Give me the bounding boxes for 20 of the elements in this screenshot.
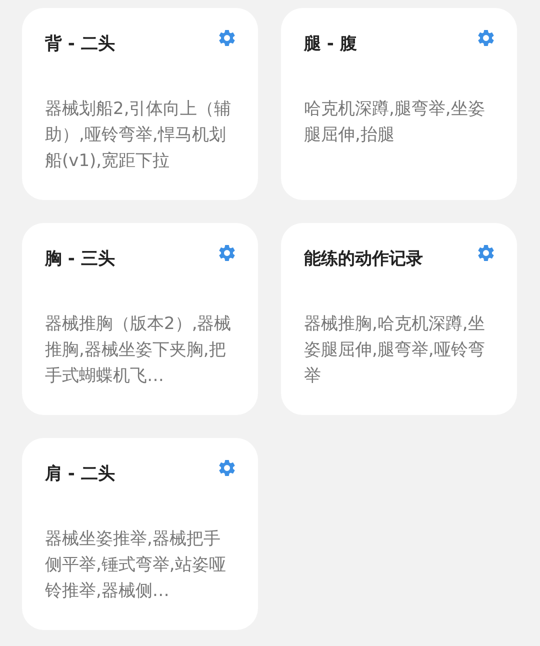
card-title: 背 - 二头 bbox=[45, 33, 115, 56]
routine-card[interactable]: 背 - 二头 器械划船2,引体向上（辅助）,哑铃弯举,悍马机划船(v1),宽距下拉 bbox=[22, 8, 258, 200]
exercise-list: 器械划船2,引体向上（辅助）,哑铃弯举,悍马机划船(v1),宽距下拉 bbox=[45, 96, 236, 174]
card-title: 肩 - 二头 bbox=[45, 463, 115, 486]
exercise-list: 器械推胸（版本2）,器械推胸,器械坐姿下夹胸,把手式蝴蝶机飞… bbox=[45, 311, 236, 389]
exercise-list: 器械坐姿推举,器械把手侧平举,锤式弯举,站姿哑铃推举,器械侧… bbox=[45, 526, 236, 604]
card-title: 能练的动作记录 bbox=[304, 248, 423, 271]
settings-icon[interactable] bbox=[217, 458, 237, 478]
exercise-list: 器械推胸,哈克机深蹲,坐姿腿屈伸,腿弯举,哑铃弯举 bbox=[304, 311, 495, 389]
routine-card[interactable]: 能练的动作记录 器械推胸,哈克机深蹲,坐姿腿屈伸,腿弯举,哑铃弯举 bbox=[281, 223, 517, 415]
settings-icon[interactable] bbox=[476, 243, 496, 263]
exercise-list: 哈克机深蹲,腿弯举,坐姿腿屈伸,抬腿 bbox=[304, 96, 495, 148]
card-title: 胸 - 三头 bbox=[45, 248, 115, 271]
card-title: 腿 - 腹 bbox=[304, 33, 357, 56]
routine-card[interactable]: 肩 - 二头 器械坐姿推举,器械把手侧平举,锤式弯举,站姿哑铃推举,器械侧… bbox=[22, 438, 258, 630]
settings-icon[interactable] bbox=[217, 28, 237, 48]
settings-icon[interactable] bbox=[217, 243, 237, 263]
routine-card[interactable]: 腿 - 腹 哈克机深蹲,腿弯举,坐姿腿屈伸,抬腿 bbox=[281, 8, 517, 200]
settings-icon[interactable] bbox=[476, 28, 496, 48]
routine-card[interactable]: 胸 - 三头 器械推胸（版本2）,器械推胸,器械坐姿下夹胸,把手式蝴蝶机飞… bbox=[22, 223, 258, 415]
